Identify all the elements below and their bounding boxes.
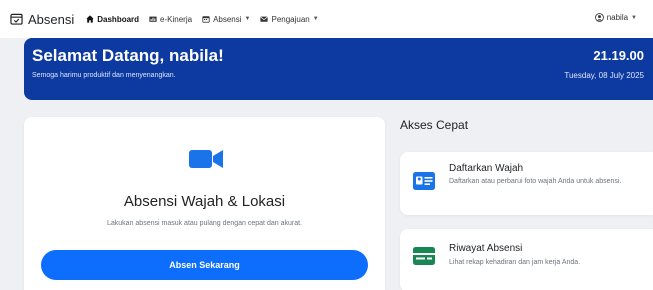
quick-register-title: Daftarkan Wajah (449, 163, 524, 174)
envelope-icon (260, 16, 269, 22)
chevron-down-icon: ▼ (631, 14, 637, 21)
chevron-down-icon: ▼ (244, 16, 251, 22)
quick-attendance-history[interactable]: Riwayat Absensi Lihat rekap kehadiran da… (400, 229, 653, 290)
nav-absensi[interactable]: Absensi ▼ (202, 15, 250, 24)
welcome-banner: Selamat Datang, nabila! Semoga harimu pr… (24, 38, 653, 100)
top-navbar: Absensi Dashboard e-Kinerja Absensi ▼ Pe… (0, 0, 653, 38)
nav-pengajuan[interactable]: Pengajuan ▼ (260, 14, 319, 24)
clock-time: 21.19.00 (593, 48, 644, 63)
video-camera-icon (189, 150, 223, 168)
nav-pengajuan-label: Pengajuan (271, 14, 310, 24)
id-card-icon (413, 172, 435, 190)
brand-label: Absensi (28, 11, 75, 27)
home-icon (86, 15, 94, 23)
nav-absensi-label: Absensi (213, 14, 242, 24)
absen-sekarang-button[interactable]: Absen Sekarang (41, 250, 368, 280)
user-name: nabila (606, 13, 629, 22)
quick-history-title: Riwayat Absensi (449, 243, 523, 254)
attendance-card: Absensi Wajah & Lokasi Lakukan absensi m… (24, 117, 385, 290)
nav-dashboard[interactable]: Dashboard (86, 15, 139, 24)
chart-icon (149, 16, 157, 22)
calendar-icon (202, 16, 210, 23)
quick-access-title: Akses Cepat (400, 118, 469, 132)
nav-dashboard-label: Dashboard (97, 14, 140, 24)
attendance-description: Lakukan absensi masuk atau pulang dengan… (107, 220, 302, 227)
user-circle-icon (594, 13, 604, 22)
user-menu[interactable]: nabila ▼ (594, 13, 637, 22)
brand[interactable]: Absensi (10, 12, 74, 27)
quick-history-description: Lihat rekap kehadiran dan jam kerja Anda… (449, 259, 581, 266)
chevron-down-icon: ▼ (312, 16, 319, 22)
clock-date: Tuesday, 08 July 2025 (564, 71, 644, 80)
calendar-check-icon (10, 13, 23, 25)
quick-register-face[interactable]: Daftarkan Wajah Daftarkan atau perbarui … (400, 152, 653, 215)
nav-ekinerja-label: e-Kinerja (160, 14, 193, 24)
attendance-title: Absensi Wajah & Lokasi (123, 193, 286, 210)
welcome-subtitle: Semoga harimu produktif dan menyenangkan… (32, 72, 176, 79)
nav-ekinerja[interactable]: e-Kinerja (149, 15, 192, 24)
welcome-title: Selamat Datang, nabila! (32, 46, 224, 65)
quick-register-description: Daftarkan atau perbarui foto wajah Anda … (449, 178, 622, 185)
history-icon (413, 247, 435, 265)
